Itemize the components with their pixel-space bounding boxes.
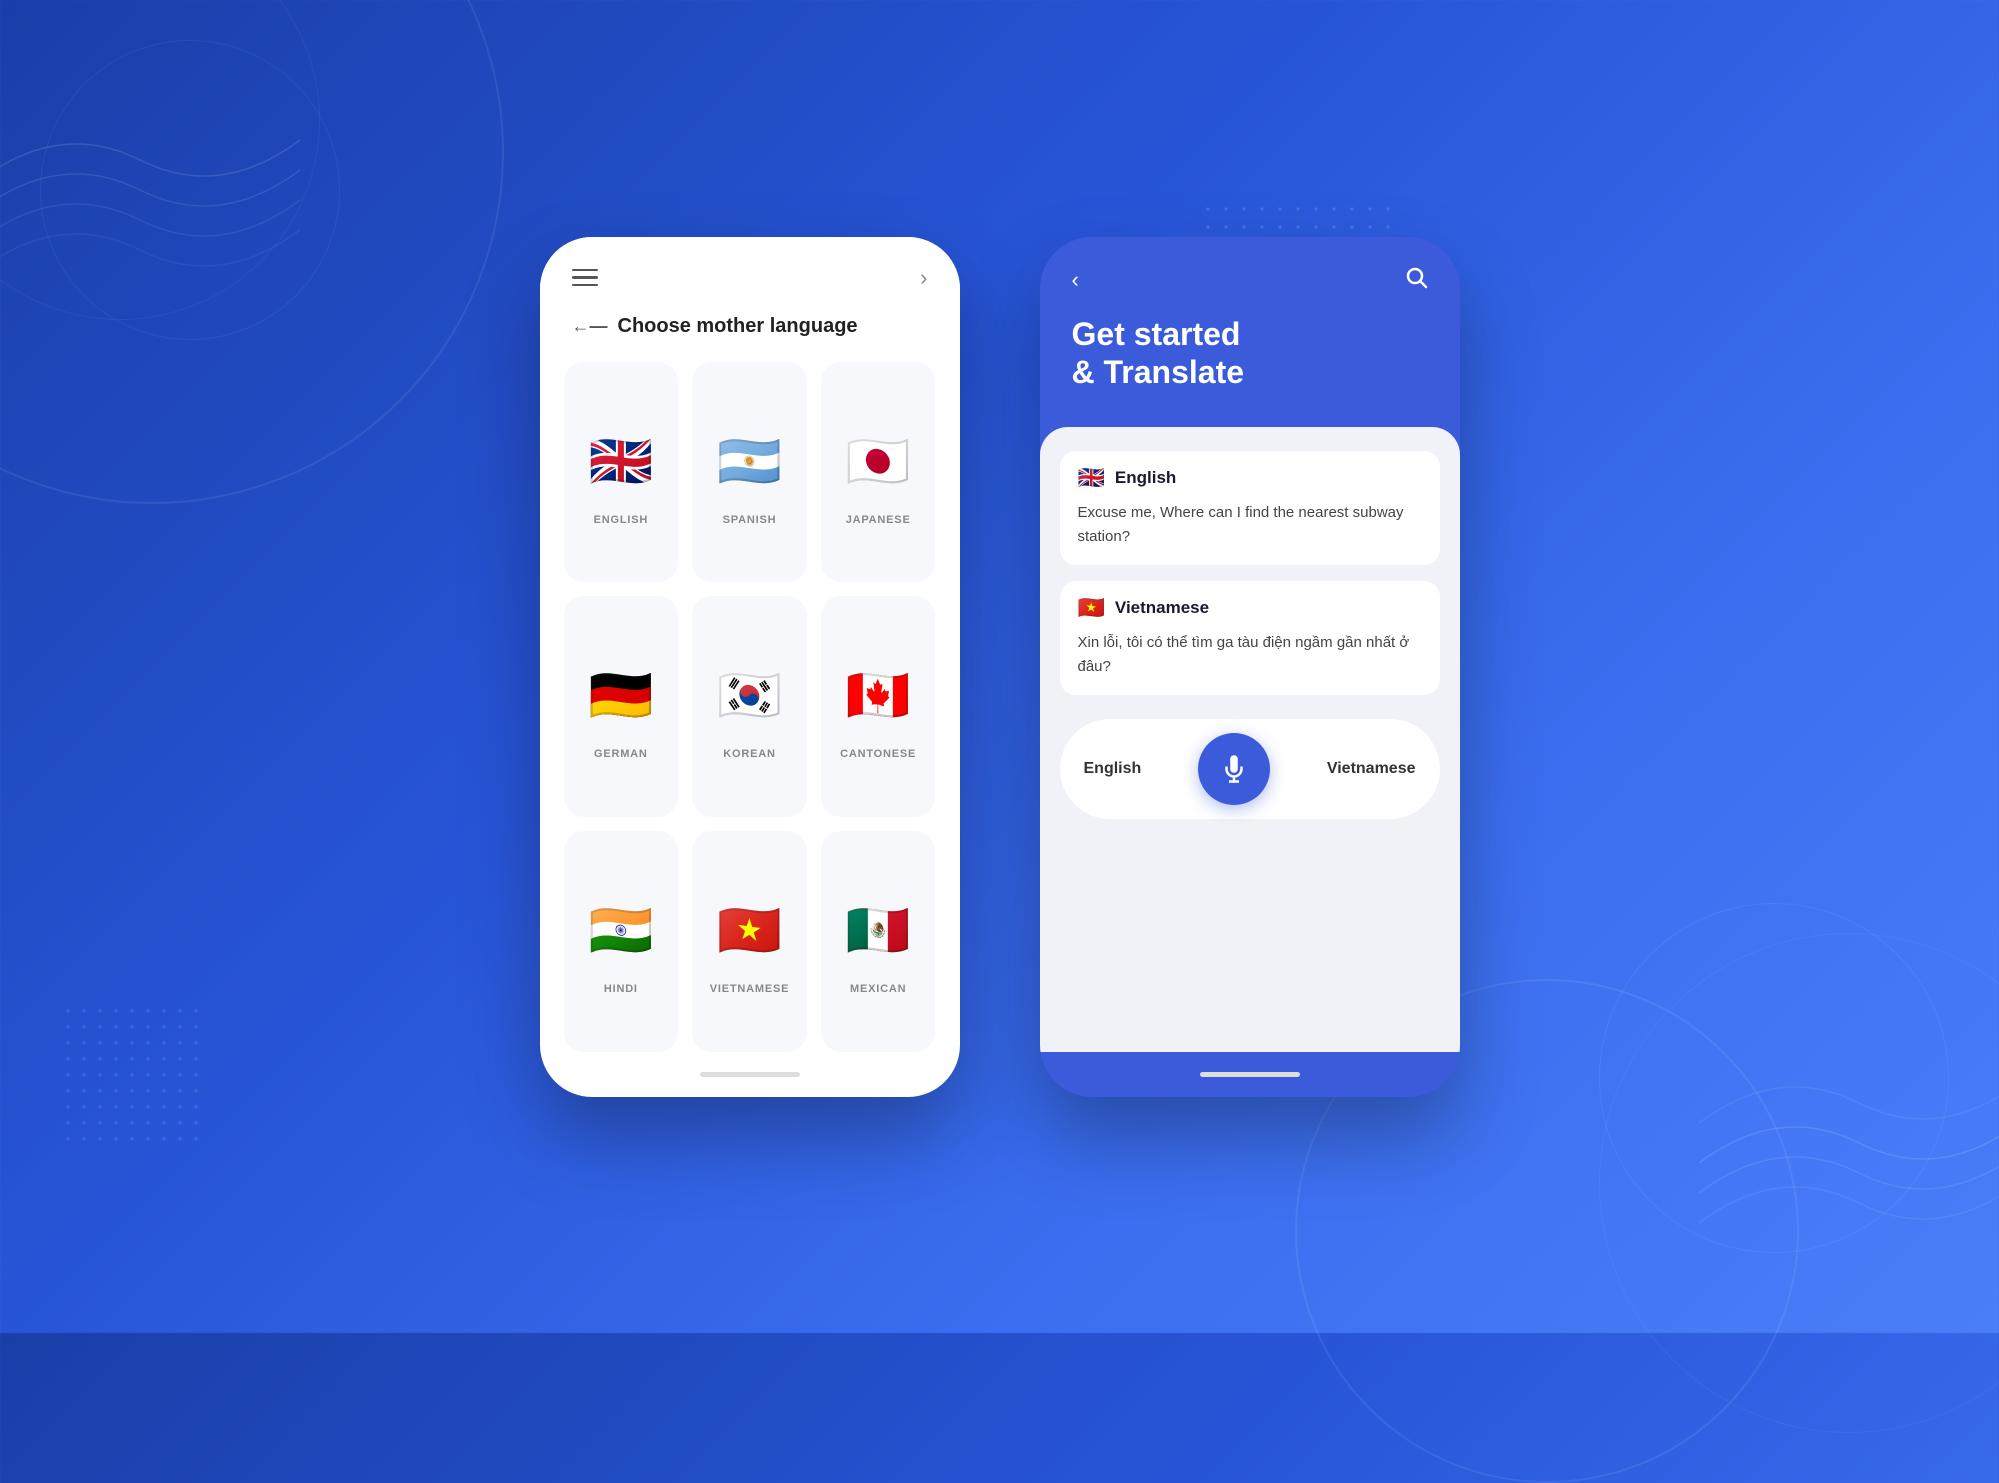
- language-grid: 🇬🇧 ENGLISH 🇦🇷 SPANISH 🇯🇵 JAPANESE 🇩🇪 GERMAN 🇰🇷 KO…: [540, 362, 960, 1052]
- lang-card-vietnamese[interactable]: 🇻🇳 VIETNAMESE: [692, 831, 807, 1052]
- back-arrow-icon: ←—: [572, 316, 608, 337]
- flag-spanish: 🇦🇷: [709, 422, 789, 502]
- flag-mexican: 🇲🇽: [838, 891, 918, 971]
- back-icon[interactable]: ‹: [1072, 267, 1079, 293]
- flag-english: 🇬🇧: [581, 422, 661, 502]
- flag-korean: 🇰🇷: [709, 656, 789, 736]
- flag-cantonese: 🇨🇦: [838, 656, 918, 736]
- mic-button[interactable]: [1198, 733, 1270, 805]
- search-icon[interactable]: [1404, 265, 1428, 295]
- chevron-right-icon[interactable]: ›: [920, 265, 927, 291]
- lang-card-german[interactable]: 🇩🇪 GERMAN: [564, 596, 679, 817]
- target-lang-header: 🇻🇳 Vietnamese: [1078, 597, 1422, 619]
- translate-body: 🇬🇧 English Excuse me, Where can I find t…: [1040, 427, 1460, 1051]
- app-container: › ←— Choose mother language 🇬🇧 ENGLISH 🇦🇷 S…: [540, 237, 1460, 1097]
- lang-label-hindi: HINDI: [604, 983, 638, 995]
- target-lang-name: Vietnamese: [1115, 598, 1209, 618]
- bottom-controls: English Vietnamese: [1060, 719, 1440, 819]
- phone2-bottom: [1040, 1052, 1460, 1097]
- lang-card-mexican[interactable]: 🇲🇽 MEXICAN: [821, 831, 936, 1052]
- lang-card-hindi[interactable]: 🇮🇳 HINDI: [564, 831, 679, 1052]
- source-flag: 🇬🇧: [1078, 467, 1105, 489]
- lang-label-english: ENGLISH: [594, 514, 649, 526]
- lang-label-german: GERMAN: [594, 748, 648, 760]
- flag-vietnamese: 🇻🇳: [709, 891, 789, 971]
- lang-card-spanish[interactable]: 🇦🇷 SPANISH: [692, 362, 807, 583]
- lang-label-vietnamese: VIETNAMESE: [710, 983, 790, 995]
- phone2-header: ‹: [1040, 237, 1460, 315]
- lang-card-japanese[interactable]: 🇯🇵 JAPANESE: [821, 362, 936, 583]
- lang-label-mexican: MEXICAN: [850, 983, 906, 995]
- menu-icon[interactable]: [572, 269, 598, 287]
- lang-card-english[interactable]: 🇬🇧 ENGLISH: [564, 362, 679, 583]
- source-lang-card: 🇬🇧 English Excuse me, Where can I find t…: [1060, 451, 1440, 565]
- lang-label-cantonese: CANTONESE: [840, 748, 916, 760]
- target-lang-card: 🇻🇳 Vietnamese Xin lỗi, tôi có thể tìm ga…: [1060, 581, 1440, 695]
- source-text: Excuse me, Where can I find the nearest …: [1078, 501, 1422, 549]
- source-lang-name: English: [1115, 468, 1176, 488]
- target-flag: 🇻🇳: [1078, 597, 1105, 619]
- lang-label-korean: KOREAN: [723, 748, 775, 760]
- flag-japanese: 🇯🇵: [838, 422, 918, 502]
- source-lang-button[interactable]: English: [1084, 760, 1142, 778]
- flag-hindi: 🇮🇳: [581, 891, 661, 971]
- home-indicator-2: [1200, 1072, 1300, 1077]
- phone1-header: ›: [540, 237, 960, 307]
- lang-card-cantonese[interactable]: 🇨🇦 CANTONESE: [821, 596, 936, 817]
- phone-language-chooser: › ←— Choose mother language 🇬🇧 ENGLISH 🇦🇷 S…: [540, 237, 960, 1097]
- home-indicator: [700, 1072, 800, 1077]
- page-title: ←— Choose mother language: [540, 307, 960, 362]
- lang-card-korean[interactable]: 🇰🇷 KOREAN: [692, 596, 807, 817]
- target-text: Xin lỗi, tôi có thể tìm ga tàu điện ngầm…: [1078, 631, 1422, 679]
- lang-label-japanese: JAPANESE: [846, 514, 911, 526]
- translator-title: Get started & Translate: [1040, 315, 1460, 428]
- target-lang-button[interactable]: Vietnamese: [1327, 760, 1416, 778]
- flag-german: 🇩🇪: [581, 656, 661, 736]
- phone-translator: ‹ Get started & Translate 🇬🇧 English: [1040, 237, 1460, 1097]
- lang-label-spanish: SPANISH: [723, 514, 777, 526]
- phone1-bottom: [540, 1052, 960, 1097]
- source-lang-header: 🇬🇧 English: [1078, 467, 1422, 489]
